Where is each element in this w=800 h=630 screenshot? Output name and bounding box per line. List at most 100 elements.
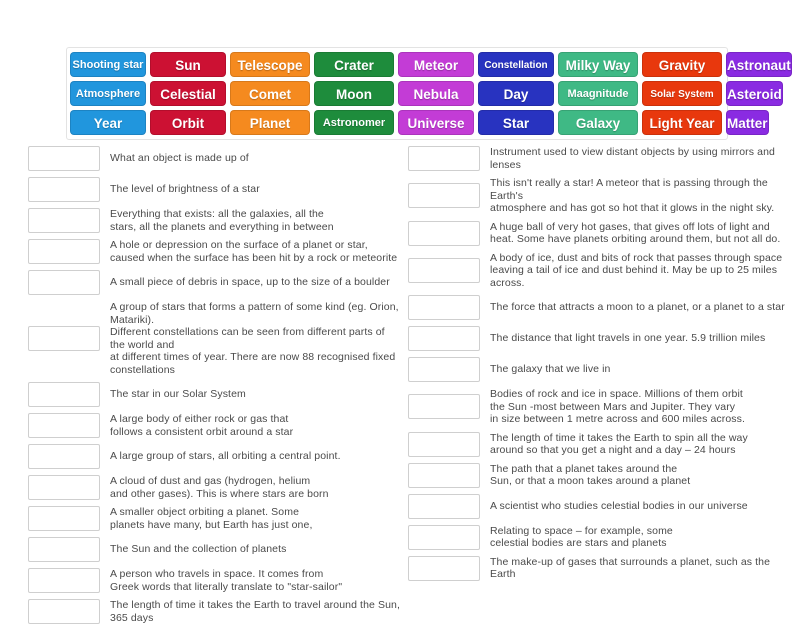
word-tile[interactable]: Moon (314, 81, 394, 106)
word-tile[interactable]: Nebula (398, 81, 474, 106)
tile-row: Year Orbit Planet Astronomer Universe Star Gal… (70, 110, 769, 135)
word-tile[interactable]: Day (478, 81, 554, 106)
definition-row: A huge ball of very hot gases, that give… (408, 220, 786, 246)
definition-text: The make-up of gases that surrounds a pl… (490, 555, 771, 581)
definition-text: A group of stars that forms a pattern of… (110, 301, 399, 376)
answer-drop-box[interactable] (28, 239, 100, 264)
definition-text: The path that a planet takes around the … (490, 462, 691, 488)
word-tile[interactable]: Galaxy (558, 110, 638, 135)
definition-row: The length of time it takes the Earth to… (408, 431, 786, 457)
definition-row: The distance that light travels in one y… (408, 326, 786, 351)
definition-row: A smaller object orbiting a planet. Some… (28, 506, 400, 531)
definition-row: The path that a planet takes around the … (408, 462, 786, 488)
definition-row: Everything that exists: all the galaxies… (28, 208, 400, 233)
answer-drop-box[interactable] (28, 208, 100, 233)
answer-drop-box[interactable] (28, 475, 100, 500)
answer-drop-box[interactable] (408, 555, 480, 581)
answer-drop-box[interactable] (408, 220, 480, 246)
definition-text: A small piece of debris in space, up to … (110, 276, 390, 289)
tile-bank: Shooting star Sun Telescope Crater Meteor Con… (66, 47, 792, 140)
definition-row: A body of ice, dust and bits of rock tha… (408, 252, 786, 290)
definition-row: The force that attracts a moon to a plan… (408, 295, 786, 320)
word-tile[interactable]: Universe (398, 110, 474, 135)
definition-row: The star in our Solar System (28, 382, 400, 407)
definition-text: A huge ball of very hot gases, that give… (490, 220, 781, 246)
word-tile[interactable]: Constellation (478, 52, 554, 77)
answer-drop-box[interactable] (408, 493, 480, 519)
word-tile[interactable]: Year (70, 110, 146, 135)
definition-text: Relating to space – for example, some ce… (490, 524, 673, 550)
definition-text: The Sun and the collection of planets (110, 543, 287, 556)
tile-row: Shooting star Sun Telescope Crater Meteor Con… (70, 52, 792, 77)
definition-column-right: Instrument used to view distant objects … (408, 146, 786, 587)
definition-row: A small piece of debris in space, up to … (28, 270, 400, 295)
definition-text: The level of brightness of a star (110, 183, 260, 196)
definition-text: The length of time it takes the Earth to… (110, 599, 400, 624)
definition-row: A scientist who studies celestial bodies… (408, 493, 786, 519)
word-tile[interactable]: Solar System (642, 81, 722, 106)
word-tile[interactable]: Maagnitude (558, 81, 638, 106)
answer-drop-box[interactable] (28, 506, 100, 531)
definition-text: Instrument used to view distant objects … (490, 146, 775, 171)
answer-drop-box[interactable] (28, 599, 100, 624)
word-tile[interactable]: Atmosphere (70, 81, 146, 106)
answer-drop-box[interactable] (408, 462, 480, 488)
word-tile[interactable]: Celestial (150, 81, 226, 106)
word-tile[interactable]: Telescope (230, 52, 310, 77)
word-tile[interactable]: Asteroid (726, 81, 783, 106)
word-tile[interactable]: Milky Way (558, 52, 638, 77)
word-tile[interactable]: Crater (314, 52, 394, 77)
word-tile[interactable]: Astronaut (726, 52, 792, 77)
answer-drop-box[interactable] (28, 177, 100, 202)
tile-row: Atmosphere Celestial Comet Moon Nebula Day Maa… (70, 81, 783, 106)
answer-drop-box[interactable] (28, 270, 100, 295)
answer-drop-box[interactable] (28, 537, 100, 562)
answer-drop-box[interactable] (408, 183, 480, 209)
definition-text: What an object is made up of (110, 152, 249, 165)
definition-text: The distance that light travels in one y… (490, 332, 766, 345)
word-tile[interactable]: Star (478, 110, 554, 135)
answer-drop-box[interactable] (408, 357, 480, 382)
definition-row: What an object is made up of (28, 146, 400, 171)
definition-column-left: What an object is made up of The level of… (28, 146, 400, 630)
definition-row: A group of stars that forms a pattern of… (28, 301, 400, 376)
definition-text: A large group of stars, all orbiting a c… (110, 450, 341, 463)
word-tile[interactable]: Shooting star (70, 52, 146, 77)
answer-drop-box[interactable] (28, 568, 100, 593)
answer-drop-box[interactable] (28, 413, 100, 438)
word-tile[interactable]: Comet (230, 81, 310, 106)
answer-drop-box[interactable] (408, 257, 480, 283)
definition-text: A hole or depression on the surface of a… (110, 239, 398, 264)
word-tile[interactable]: Light Year (642, 110, 722, 135)
answer-drop-box[interactable] (408, 146, 480, 171)
word-tile[interactable]: Astronomer (314, 110, 394, 135)
answer-drop-box[interactable] (408, 295, 480, 320)
word-tile[interactable]: Orbit (150, 110, 226, 135)
definition-text: A body of ice, dust and bits of rock tha… (490, 251, 783, 289)
definition-row: A person who travels in space. It comes … (28, 568, 400, 593)
definition-row: Relating to space – for example, some ce… (408, 524, 786, 550)
word-tile[interactable]: Gravity (642, 52, 722, 77)
definition-row: Bodies of rock and ice in space. Million… (408, 388, 786, 426)
word-tile[interactable]: Meteor (398, 52, 474, 77)
answer-drop-box[interactable] (28, 444, 100, 469)
word-tile[interactable]: Planet (230, 110, 310, 135)
answer-drop-box[interactable] (28, 146, 100, 171)
definition-row: The level of brightness of a star (28, 177, 400, 202)
answer-drop-box[interactable] (408, 326, 480, 351)
definition-row: This isn't really a star! A meteor that … (408, 177, 786, 215)
answer-drop-box[interactable] (408, 394, 480, 420)
answer-drop-box[interactable] (28, 326, 100, 351)
definition-text: The star in our Solar System (110, 388, 246, 401)
definition-row: A large group of stars, all orbiting a c… (28, 444, 400, 469)
answer-drop-box[interactable] (28, 382, 100, 407)
definition-text: A smaller object orbiting a planet. Some… (110, 506, 313, 531)
definition-row: A hole or depression on the surface of a… (28, 239, 400, 264)
definition-row: A large body of either rock or gas that … (28, 413, 400, 438)
definition-text: This isn't really a star! A meteor that … (490, 177, 775, 214)
answer-drop-box[interactable] (408, 431, 480, 457)
word-tile[interactable]: Matter (726, 110, 769, 135)
word-tile[interactable]: Sun (150, 52, 226, 77)
definition-text: A scientist who studies celestial bodies… (490, 499, 748, 512)
answer-drop-box[interactable] (408, 524, 480, 550)
